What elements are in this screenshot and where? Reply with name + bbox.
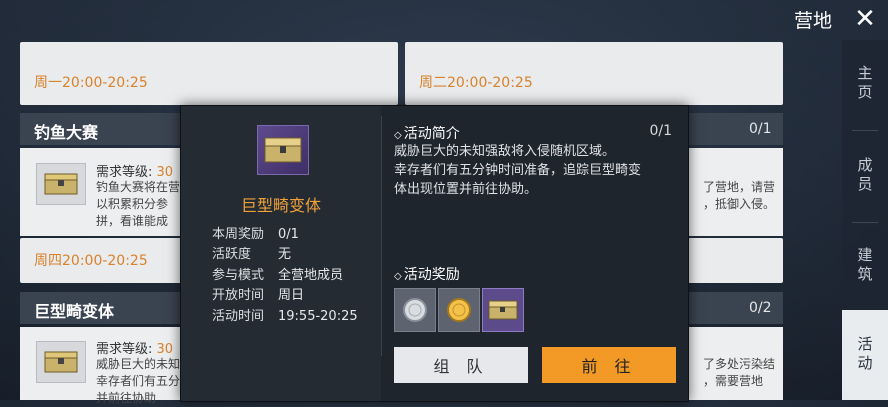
info-activity-time: 活动时间 19:55-20:25 <box>212 309 358 324</box>
event-card-monday[interactable]: 周一20:00-20:25 <box>20 42 398 105</box>
tab-activities[interactable]: 活动 <box>842 310 888 400</box>
event-time: 周二20:00-20:25 <box>419 75 533 91</box>
event-desc-right: 了营地，请营 ，抵御入侵。 <box>703 180 776 211</box>
event-time: 周四20:00-20:25 <box>34 253 148 269</box>
info-open-time: 开放时间 周日 <box>212 288 305 303</box>
tab-buildings[interactable]: 建筑 <box>842 224 888 308</box>
event-card-tuesday[interactable]: 周二20:00-20:25 <box>405 42 783 105</box>
team-button[interactable]: 组 队 <box>394 347 528 383</box>
event-title: 巨型畸变体 <box>34 302 115 321</box>
activity-name: 巨型畸变体 <box>240 196 321 215</box>
event-count: 0/1 <box>749 121 772 137</box>
gold-coin-icon[interactable] <box>438 288 480 332</box>
required-level: 需求等级: 30 <box>96 342 174 357</box>
page-title: 营地 <box>794 10 833 32</box>
tab-members[interactable]: 成员 <box>842 132 888 220</box>
diamond-icon: ◇ <box>394 271 402 282</box>
info-mode: 参与模式 全营地成员 <box>212 268 344 283</box>
activity-detail-dialog: 巨型畸变体 本周奖励 0/1 活跃度无 参与模式 全营地成员 开放时间 周日 活动时间… <box>180 105 689 402</box>
silver-coin-icon[interactable] <box>394 288 436 332</box>
detail-left-panel: 巨型畸变体 本周奖励 0/1 活跃度无 参与模式 全营地成员 开放时间 周日 活动时间… <box>181 106 381 401</box>
required-level: 需求等级: 30 <box>96 165 174 180</box>
event-desc: 钓鱼大赛将在营 以积累积分参 拼，看谁能成 <box>96 180 181 228</box>
reward-title: ◇ 活动奖励 <box>394 267 460 283</box>
diamond-icon: ◇ <box>394 130 402 141</box>
tab-home[interactable]: 主页 <box>842 40 888 128</box>
chest-icon <box>36 163 86 205</box>
event-desc-right: 了多处污染结 ，需要营地 <box>703 357 776 388</box>
event-time: 周一20:00-20:25 <box>34 75 148 91</box>
intro-title: ◇ 活动简介 <box>394 126 460 142</box>
side-tab-bar: 主页 成员 建筑 活动 <box>842 40 888 400</box>
event-title: 钓鱼大赛 <box>34 123 99 142</box>
close-icon[interactable]: ✕ <box>846 3 884 35</box>
info-weekly-reward: 本周奖励 0/1 <box>212 227 299 242</box>
divider <box>852 222 878 223</box>
chest-icon <box>36 341 86 383</box>
event-count: 0/2 <box>749 300 772 316</box>
divider <box>381 116 382 356</box>
go-button[interactable]: 前 往 <box>542 347 676 383</box>
info-activity: 活跃度无 <box>212 247 292 262</box>
intro-text: 威胁巨大的未知强敌将入侵随机区域。 幸存者们有五分钟时间准备，追踪巨型畸变 体出… <box>394 144 642 197</box>
event-desc: 威胁巨大的未知 幸存者们有五分 并前往协助 <box>96 357 181 405</box>
chest-icon[interactable] <box>482 288 524 332</box>
chest-icon <box>257 125 309 175</box>
divider <box>852 130 878 131</box>
intro-count: 0/1 <box>649 123 672 139</box>
